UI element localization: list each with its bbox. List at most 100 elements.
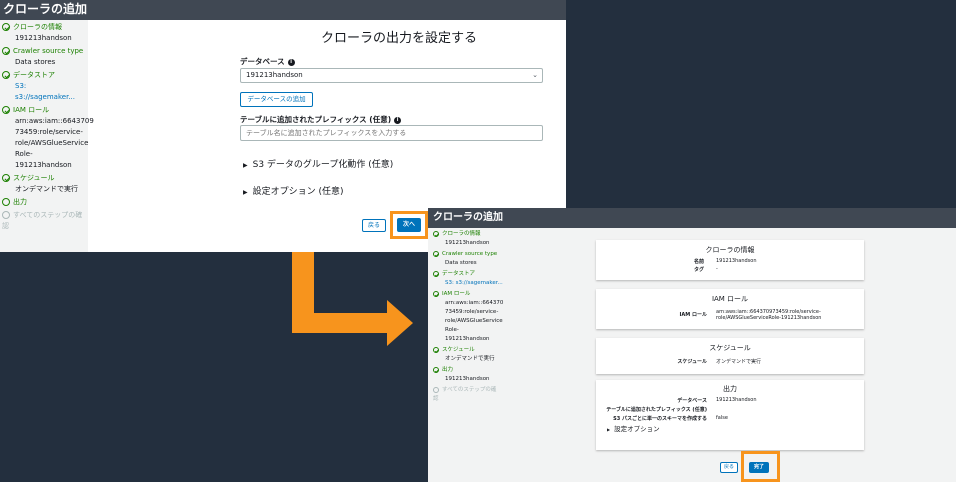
crawler-info-card: クローラの情報 名前 191213handson タグ - <box>596 240 864 280</box>
sidebar-step[interactable]: IAM ロール arn:aws:iam::6643709 73459:role/se… <box>0 103 94 171</box>
sidebar-step[interactable]: データストア S3: s3://sagemaker... <box>0 68 88 103</box>
options-label: 設定オプション <box>614 425 660 433</box>
pending-step-circle-icon <box>433 387 439 393</box>
sidebar-step-value: arn:aws:iam::6643709 <box>445 300 507 306</box>
sidebar-step-value: オンデマンドで実行 <box>445 356 495 362</box>
sidebar-step-label: スケジュール <box>13 174 55 182</box>
info-icon[interactable]: i <box>394 116 402 124</box>
sidebar-step-value: Data stores <box>15 58 56 66</box>
grouping-section-toggle[interactable]: ▶ S3 データのグループ化動作 (任意) <box>243 157 393 170</box>
sidebar-step-label: クローラの情報 <box>442 231 481 237</box>
sidebar-step[interactable]: すべてのステップの確認 <box>0 208 88 232</box>
caret-right-icon: ▶ <box>243 189 248 196</box>
sidebar-step-value: 73459:role/service- <box>445 309 499 315</box>
sidebar: クローラの情報 191213handson Crawler source type D… <box>0 20 94 252</box>
grouping-label: S3 データのグループ化動作 (任意) <box>252 160 394 170</box>
add-database-button[interactable]: データベースの追加 <box>240 92 313 107</box>
sidebar-step[interactable]: IAM ロールarn:aws:iam::664370973459:role/se… <box>428 288 507 344</box>
sidebar-step-label: 出力 <box>13 198 27 206</box>
sidebar-step-label: データストア <box>13 71 55 79</box>
sidebar-step-label-cont: 認 <box>433 396 439 402</box>
check-circle-icon <box>2 23 10 31</box>
check-circle-icon <box>2 174 10 182</box>
next-button[interactable]: 次へ <box>397 218 421 232</box>
sidebar-step-label: クローラの情報 <box>13 23 62 31</box>
database-label: データベース i <box>240 56 295 67</box>
sidebar-step[interactable]: Crawler source type Data stores <box>428 248 503 268</box>
iam-role-card: IAM ロール IAM ロール arn:aws:iam::66437097345… <box>596 289 864 329</box>
info-icon[interactable]: i <box>287 58 295 66</box>
sidebar-step-value: arn:aws:iam::6643709 <box>15 117 94 125</box>
sidebar-step-value: 191213handson <box>445 240 490 246</box>
sidebar-step[interactable]: データストア S3: s3://sagemaker... <box>428 268 503 288</box>
prefix-key: テーブルに追加されたプレフィックス (任意) <box>606 407 707 413</box>
sidebar-step-label: すべてのステップの確 <box>13 211 83 219</box>
pending-step-circle-icon <box>2 211 10 219</box>
prefix-label: テーブルに追加されたプレフィックス (任意) i <box>240 114 402 125</box>
name-key: 名前 <box>693 259 704 265</box>
sidebar-step[interactable]: クローラの情報 191213handson <box>428 228 503 248</box>
sidebar-step-label: IAM ロール <box>13 106 50 114</box>
prefix-input[interactable] <box>240 125 543 141</box>
prefix-label-text: テーブルに追加されたプレフィックス (任意) <box>240 115 392 124</box>
sidebar-step-value: Role-191213handson <box>445 327 490 342</box>
sidebar-step[interactable]: クローラの情報 191213handson <box>0 20 88 44</box>
tag-key: タグ <box>693 267 704 273</box>
name-value: 191213handson <box>716 258 757 264</box>
sidebar-step-value: オンデマンドで実行 <box>15 185 78 193</box>
check-circle-icon <box>433 271 440 277</box>
sidebar-step-label-cont: 認 <box>2 222 9 230</box>
sidebar-step-value: S3: s3://sagemaker... <box>15 82 75 101</box>
chevron-down-icon: ⌄ <box>532 71 538 79</box>
caret-right-icon: ▶ <box>243 162 248 169</box>
iam-value-line2: role/AWSGlueServiceRole-191213handson <box>716 315 822 321</box>
database-select[interactable]: 191213handson ⌄ <box>240 68 543 83</box>
window-title-bar: クローラの追加 <box>0 0 566 20</box>
sidebar-step[interactable]: 出力 191213handson <box>428 364 503 384</box>
options-label: 設定オプション (任意) <box>252 187 344 197</box>
sidebar-step-value: S3: s3://sagemaker... <box>445 280 503 286</box>
schedule-key: スケジュール <box>677 359 707 365</box>
back-button[interactable]: 戻る <box>720 462 738 473</box>
sidebar-step-label: IAM ロール <box>442 291 471 297</box>
sidebar-step-label: すべてのステップの確 <box>442 387 497 393</box>
check-circle-icon <box>433 251 440 257</box>
current-step-circle-icon <box>2 198 10 206</box>
finish-button[interactable]: 完了 <box>749 462 769 473</box>
sidebar-step-value: role/AWSGlueService <box>15 139 89 147</box>
sidebar-step-value: Role-191213handson <box>15 150 72 169</box>
database-key: データベース <box>677 398 707 404</box>
sidebar-step[interactable]: すべてのステップの確認 <box>428 384 503 404</box>
caret-right-icon: ▶ <box>607 427 611 432</box>
window-title: クローラの追加 <box>3 2 88 16</box>
sidebar-step[interactable]: スケジュール オンデマンドで実行 <box>428 344 503 364</box>
options-toggle[interactable]: ▶ 設定オプション <box>607 423 660 433</box>
check-circle-icon <box>2 71 10 79</box>
database-value: 191213handson <box>716 397 757 403</box>
iam-key: IAM ロール <box>679 312 707 318</box>
sidebar-step[interactable]: 出力 <box>0 195 88 208</box>
sidebar-step-label: データストア <box>442 271 476 277</box>
window-title: クローラの追加 <box>433 212 503 223</box>
check-circle-icon <box>433 231 440 237</box>
card-title: スケジュール <box>709 344 751 352</box>
output-card: 出力 データベース 191213handson テーブルに追加されたプレフィック… <box>596 380 864 450</box>
check-circle-icon <box>433 291 440 297</box>
back-button[interactable]: 戻る <box>362 219 386 232</box>
options-section-toggle[interactable]: ▶ 設定オプション (任意) <box>243 184 344 197</box>
schema-value: false <box>716 415 728 421</box>
card-title: 出力 <box>723 385 737 393</box>
database-label-text: データベース <box>240 57 285 66</box>
sidebar-step-value: 191213handson <box>15 34 72 42</box>
window-title-bar: クローラの追加 <box>428 208 956 228</box>
sidebar-step-label: Crawler source type <box>442 251 498 257</box>
sidebar: クローラの情報 191213handson Crawler source type D… <box>428 228 507 482</box>
tag-value: - <box>716 266 718 272</box>
sidebar-step[interactable]: Crawler source type Data stores <box>0 44 88 68</box>
sidebar-step-label: 出力 <box>442 367 454 373</box>
page-title: クローラの出力を設定する <box>321 31 478 46</box>
review-area: クローラの情報 名前 191213handson タグ - IAM ロール IA… <box>503 228 956 482</box>
card-title: IAM ロール <box>711 295 749 303</box>
sidebar-step[interactable]: スケジュールオンデマンドで実行 <box>0 171 88 195</box>
schema-key: S3 パスごとに単一のスキーマを作成する <box>613 416 707 422</box>
